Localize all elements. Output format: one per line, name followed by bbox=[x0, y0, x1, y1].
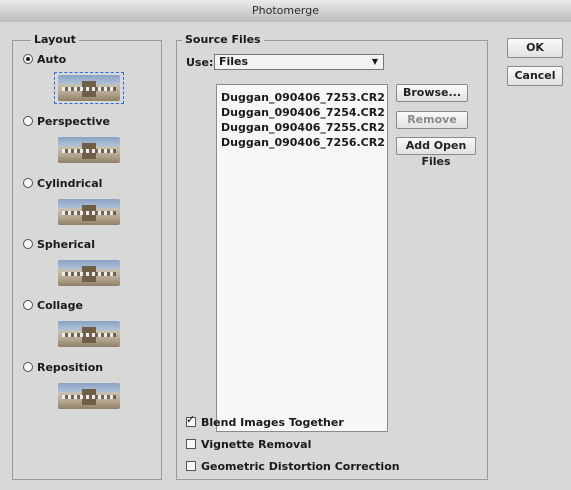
layout-option-label: Auto bbox=[37, 52, 67, 66]
dropdown-arrow-icon: ▼ bbox=[371, 57, 378, 66]
layout-option-reposition[interactable]: Reposition bbox=[23, 359, 103, 375]
layout-option-collage[interactable]: Collage bbox=[23, 297, 83, 313]
radio-auto[interactable] bbox=[23, 54, 33, 64]
ok-button[interactable]: OK bbox=[507, 38, 563, 58]
source-files-legend: Source Files bbox=[182, 33, 264, 46]
layout-option-label: Collage bbox=[37, 298, 83, 312]
remove-button[interactable]: Remove bbox=[396, 111, 468, 129]
layout-group: Layout Auto Perspective Cylindrical Sphe… bbox=[12, 33, 162, 480]
perspective-thumbnail bbox=[58, 137, 120, 163]
cancel-button[interactable]: Cancel bbox=[507, 66, 563, 86]
auto-thumbnail bbox=[54, 72, 124, 104]
blend-images-checkbox[interactable] bbox=[186, 413, 196, 427]
vignette-removal-checkbox[interactable] bbox=[186, 439, 196, 449]
file-list-item[interactable]: Duggan_090406_7256.CR2 bbox=[221, 135, 387, 150]
geometric-distortion-checkbox[interactable] bbox=[186, 461, 196, 471]
reposition-thumbnail bbox=[58, 383, 120, 409]
layout-option-label: Spherical bbox=[37, 237, 95, 251]
panorama-image bbox=[58, 321, 120, 347]
cylindrical-thumbnail bbox=[58, 199, 120, 225]
geometric-distortion-option[interactable]: Geometric Distortion Correction bbox=[186, 458, 400, 474]
browse-button[interactable]: Browse... bbox=[396, 84, 468, 102]
file-list[interactable]: Duggan_090406_7253.CR2 Duggan_090406_725… bbox=[216, 84, 388, 432]
checkbox-label: Vignette Removal bbox=[201, 437, 312, 451]
checkbox-label: Blend Images Together bbox=[201, 415, 344, 429]
panorama-image bbox=[58, 260, 120, 286]
panorama-image bbox=[58, 199, 120, 225]
use-select[interactable]: Files ▼ bbox=[214, 54, 384, 70]
selection-frame bbox=[54, 72, 124, 104]
spherical-thumbnail bbox=[58, 260, 120, 286]
layout-legend: Layout bbox=[31, 33, 79, 46]
add-open-files-button[interactable]: Add Open Files bbox=[396, 137, 476, 168]
collage-thumbnail bbox=[58, 321, 120, 347]
file-list-item[interactable]: Duggan_090406_7254.CR2 bbox=[221, 105, 387, 120]
radio-cylindrical[interactable] bbox=[23, 178, 33, 188]
radio-reposition[interactable] bbox=[23, 362, 33, 372]
layout-option-label: Reposition bbox=[37, 360, 104, 374]
radio-collage[interactable] bbox=[23, 300, 33, 310]
use-select-value: Files bbox=[219, 55, 249, 68]
layout-option-cylindrical[interactable]: Cylindrical bbox=[23, 175, 102, 191]
blend-images-option[interactable]: Blend Images Together bbox=[186, 413, 344, 430]
vignette-removal-option[interactable]: Vignette Removal bbox=[186, 436, 311, 452]
file-list-item[interactable]: Duggan_090406_7255.CR2 bbox=[221, 120, 387, 135]
layout-option-perspective[interactable]: Perspective bbox=[23, 113, 110, 129]
layout-option-auto[interactable]: Auto bbox=[23, 51, 66, 67]
layout-option-label: Cylindrical bbox=[37, 176, 103, 190]
use-label: Use: bbox=[186, 56, 214, 69]
panorama-image bbox=[58, 383, 120, 409]
photomerge-dialog: Layout Auto Perspective Cylindrical Sphe… bbox=[0, 22, 571, 490]
file-list-item[interactable]: Duggan_090406_7253.CR2 bbox=[221, 90, 387, 105]
window-title: Photomerge bbox=[0, 0, 571, 23]
checkbox-label: Geometric Distortion Correction bbox=[201, 459, 400, 473]
radio-spherical[interactable] bbox=[23, 239, 33, 249]
layout-option-spherical[interactable]: Spherical bbox=[23, 236, 95, 252]
radio-perspective[interactable] bbox=[23, 116, 33, 126]
layout-option-label: Perspective bbox=[37, 114, 111, 128]
panorama-image bbox=[58, 137, 120, 163]
